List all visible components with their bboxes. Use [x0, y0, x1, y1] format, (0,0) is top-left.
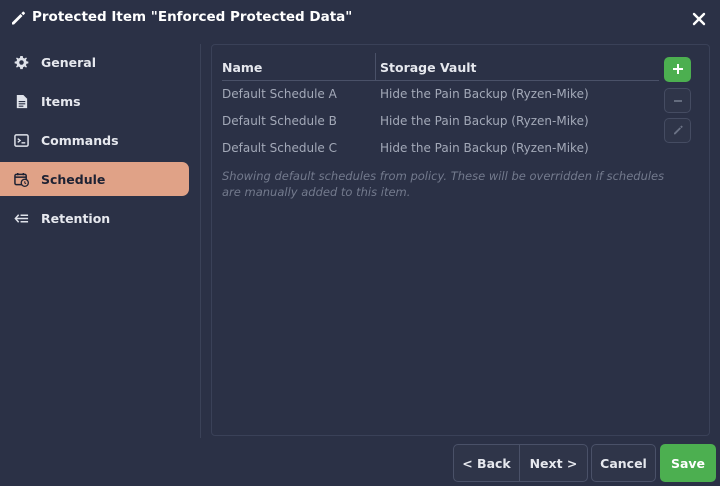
schedule-name-cell: Default Schedule A — [222, 87, 337, 101]
column-header-name[interactable]: Name — [222, 60, 262, 75]
sidebar-item-label: Retention — [41, 210, 111, 226]
terminal-icon — [14, 133, 29, 148]
table-row[interactable]: Default Schedule A Hide the Pain Backup … — [222, 82, 659, 108]
add-schedule-button[interactable] — [664, 57, 691, 82]
gear-icon — [14, 55, 29, 70]
plus-icon — [672, 60, 684, 79]
close-icon[interactable] — [688, 8, 710, 30]
edit-schedule-button[interactable] — [664, 118, 691, 143]
sidebar-item-retention[interactable]: Retention — [0, 201, 189, 235]
sidebar-item-label: Schedule — [41, 171, 106, 187]
sidebar-item-commands[interactable]: Commands — [0, 123, 189, 157]
schedule-name-cell: Default Schedule C — [222, 141, 337, 155]
next-button[interactable]: Next > — [520, 445, 587, 481]
pencil-icon — [672, 121, 684, 140]
table-row[interactable]: Default Schedule C Hide the Pain Backup … — [222, 136, 659, 162]
remove-schedule-button[interactable] — [664, 88, 691, 113]
title-bar: Protected Item "Enforced Protected Data" — [0, 0, 720, 36]
save-button[interactable]: Save — [660, 444, 716, 482]
schedule-name-cell: Default Schedule B — [222, 114, 337, 128]
pencil-icon — [9, 9, 27, 27]
table-header: Name Storage Vault — [222, 53, 659, 81]
sidebar: General Items Commands Schedule Retentio… — [0, 42, 200, 442]
cancel-button[interactable]: Cancel — [591, 444, 656, 482]
sidebar-item-label: Items — [41, 93, 81, 109]
document-icon — [14, 94, 29, 109]
minus-icon — [673, 91, 683, 110]
column-header-storage-vault[interactable]: Storage Vault — [380, 60, 477, 75]
table-row[interactable]: Default Schedule B Hide the Pain Backup … — [222, 109, 659, 135]
sidebar-item-label: General — [41, 54, 96, 70]
wizard-nav-group: < Back Next > — [453, 444, 588, 482]
storage-vault-cell: Hide the Pain Backup (Ryzen-Mike) — [380, 114, 589, 128]
schedule-panel: Name Storage Vault Default Schedule A Hi… — [211, 44, 710, 436]
calendar-clock-icon — [14, 172, 29, 187]
window-title: Protected Item "Enforced Protected Data" — [32, 9, 353, 25]
storage-vault-cell: Hide the Pain Backup (Ryzen-Mike) — [380, 87, 589, 101]
back-button[interactable]: < Back — [454, 445, 520, 481]
sidebar-item-label: Commands — [41, 132, 119, 148]
sidebar-item-general[interactable]: General — [0, 45, 189, 79]
sidebar-divider — [200, 44, 201, 438]
storage-vault-cell: Hide the Pain Backup (Ryzen-Mike) — [380, 141, 589, 155]
sidebar-item-schedule[interactable]: Schedule — [0, 162, 189, 196]
retention-icon — [14, 211, 29, 226]
sidebar-item-items[interactable]: Items — [0, 84, 189, 118]
policy-note: Showing default schedules from policy. T… — [222, 169, 665, 199]
column-separator — [375, 53, 376, 80]
